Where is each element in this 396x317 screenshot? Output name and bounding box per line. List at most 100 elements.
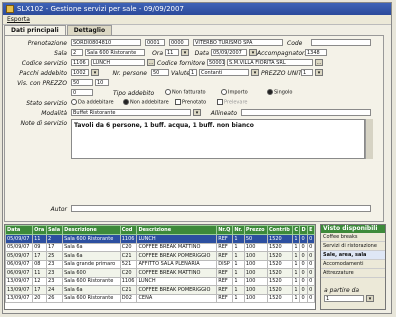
ora-field[interactable]: 11 xyxy=(165,49,179,56)
table-row[interactable]: 05/09/07 09 17 Sala 6a C20 COFFEE BREAK MATTI… xyxy=(5,242,315,252)
table-cell: 1520 xyxy=(267,276,294,286)
table-cell: REF xyxy=(216,276,234,286)
grid-column-header[interactable]: Descrizione xyxy=(136,225,218,235)
note-scrollbar[interactable] xyxy=(365,119,373,159)
grid-column-header[interactable]: Contrib xyxy=(267,225,294,235)
side-field-dropdown-button[interactable]: ▾ xyxy=(366,295,374,302)
prenotato-label: Prenotato xyxy=(182,99,207,106)
grid-column-header[interactable]: Ora xyxy=(32,225,48,235)
side-panel-item[interactable]: Accomodamenti xyxy=(321,260,385,269)
iva-field[interactable]: 0 xyxy=(71,89,93,96)
sala-name-field[interactable]: Sala 600 Ristorante xyxy=(85,49,145,56)
table-row[interactable]: 06/09/07 11 23 Sala 600 C20 COFFEE BREAK MATT… xyxy=(5,268,315,278)
check-prenotato[interactable]: Prenotato xyxy=(175,99,206,106)
prenotazione-code-field[interactable]: SORDI0804810 xyxy=(71,39,141,46)
table-row[interactable]: 05/09/07 11 2 Sala 600 Ristorante 1106 LUNCH R… xyxy=(5,234,315,244)
codice-fornitore-field[interactable]: 50001 xyxy=(207,59,225,66)
sala-number-field[interactable]: 2 xyxy=(71,49,83,56)
fornitore-lookup-button[interactable]: … xyxy=(315,59,323,66)
table-cell: REF xyxy=(216,242,234,252)
autor-field[interactable] xyxy=(71,205,371,212)
prezzo-field[interactable]: 50 xyxy=(71,79,93,86)
table-cell: 1 xyxy=(232,268,245,278)
grid-column-header[interactable]: D xyxy=(299,225,309,235)
grid-column-header[interactable]: C xyxy=(292,225,301,235)
codice-servizio-field[interactable]: 1106 xyxy=(71,59,89,66)
allineato-label: Allineato xyxy=(210,110,237,117)
title-bar: SLX102 - Gestione servizi per sale - 09/… xyxy=(3,3,391,15)
code-field[interactable] xyxy=(311,39,371,46)
table-row[interactable]: 13/09/07 12 23 Sala 600 Ristorante 1106 LUNCH… xyxy=(5,276,315,286)
modalita-field[interactable]: Buffet Ristorante xyxy=(71,109,191,116)
side-panel-item[interactable]: Sale, area, sala xyxy=(321,251,385,260)
table-row[interactable]: 13/09/07 20 26 Sala 600 Ristorante D02 CENA RE… xyxy=(5,293,315,303)
accompagnatori-field[interactable]: 1348 xyxy=(305,49,327,56)
pagamento-field[interactable]: Contanti xyxy=(199,69,249,76)
pagamento-dropdown-button[interactable]: ▾ xyxy=(251,69,259,76)
cliente-field[interactable]: VITERBO TURISMO SPA xyxy=(193,39,283,46)
table-cell: 100 xyxy=(243,285,269,295)
table-cell: 1520 xyxy=(267,259,294,269)
radio-singolo[interactable]: Singolo xyxy=(267,89,292,96)
prenotazione-sub2-field[interactable]: 0000 xyxy=(169,39,189,46)
check-prelevare[interactable]: Prelevare xyxy=(217,99,247,106)
ora-dropdown-button[interactable]: ▾ xyxy=(181,49,189,56)
table-cell: C21 xyxy=(119,251,138,261)
menu-esporta[interactable]: Esporta xyxy=(7,16,30,23)
nr-persone-label: Nr. persone xyxy=(112,70,147,77)
table-cell: 1 xyxy=(292,276,301,286)
grid-column-header[interactable]: Data xyxy=(5,225,34,235)
prezzo-unit-field[interactable]: 1 xyxy=(301,69,313,76)
prezzo-unit-label: PREZZO UNIT xyxy=(261,70,302,77)
table-cell: 100 xyxy=(243,293,269,303)
allineato-field[interactable] xyxy=(241,109,371,116)
note-textarea[interactable]: Tavoli da 6 persone, 1 buff. acqua, 1 bu… xyxy=(71,119,365,159)
table-cell: 2 xyxy=(46,234,64,244)
side-panel-item[interactable]: Attrezzature xyxy=(321,269,385,278)
grid-column-header[interactable]: Nr. xyxy=(232,225,245,235)
pacchi-dropdown-button[interactable]: ▾ xyxy=(91,69,99,76)
radio-non-fatturato[interactable]: Non fatturato xyxy=(165,89,206,96)
table-cell: 06/09/07 xyxy=(5,259,34,269)
modalita-dropdown-button[interactable]: ▾ xyxy=(193,109,201,116)
prezzo-extra-field[interactable]: 10 xyxy=(95,79,109,86)
code-label: Code xyxy=(287,40,303,47)
side-panel-item[interactable]: Servizi di ristorazione xyxy=(321,242,385,251)
table-cell: Sala 6a xyxy=(62,242,121,252)
valute-field[interactable]: 1 xyxy=(189,69,197,76)
radio-da-addebitare-dot xyxy=(71,99,77,105)
accompagnatori-label: Accompagnatori xyxy=(257,50,307,57)
radio-non-addebitare-label: Non addebitare xyxy=(130,99,169,106)
calendar-button[interactable]: ▾ xyxy=(249,49,257,56)
tab-dati-principali[interactable]: Dati principali xyxy=(4,25,66,35)
table-row[interactable]: 13/09/07 17 24 Sala 6a C21 COFFEE BREAK POMER… xyxy=(5,285,315,295)
radio-importo[interactable]: Importo xyxy=(221,89,248,96)
prenotazione-sub1-field[interactable]: 0001 xyxy=(145,39,165,46)
servizio-desc-field[interactable]: LUNCH xyxy=(91,59,145,66)
radio-da-addebitare[interactable]: Da addebitare xyxy=(71,99,114,106)
table-cell: 1 xyxy=(292,251,301,261)
grid-column-header[interactable]: Prezzo xyxy=(243,225,269,235)
window-title: SLX102 - Gestione servizi per sale - 09/… xyxy=(17,5,184,13)
radio-non-addebitare[interactable]: Non addebitare xyxy=(123,99,169,106)
prezzo-unit-dropdown-button[interactable]: ▾ xyxy=(315,69,323,76)
grid-column-header[interactable]: Nr.Q xyxy=(216,225,234,235)
pacchi-addebito-field[interactable]: 1002 xyxy=(71,69,89,76)
servizio-lookup-button[interactable]: … xyxy=(147,59,155,66)
fornitore-name-field[interactable]: S.M.VILLA FIORITA SRL xyxy=(227,59,313,66)
table-row[interactable]: 05/09/07 17 25 Sala 6a C21 COFFEE BREAK POMER… xyxy=(5,251,315,261)
tab-dettaglio[interactable]: Dettaglio xyxy=(66,25,113,35)
grid-column-header[interactable]: E xyxy=(307,225,315,235)
table-row[interactable]: 06/09/07 08 23 Sala grande primaro 521 AFFITT… xyxy=(5,259,315,269)
table-cell: 17 xyxy=(32,251,48,261)
grid-column-header[interactable]: Cod xyxy=(119,225,138,235)
side-panel-item[interactable]: Coffee breaks xyxy=(321,233,385,242)
table-cell: 0 xyxy=(307,285,315,295)
table-cell: 25 xyxy=(46,251,64,261)
nr-persone-field[interactable]: 50 xyxy=(151,69,169,76)
grid-column-header[interactable]: Descrizione xyxy=(62,225,121,235)
table-cell: 08 xyxy=(32,259,48,269)
grid-column-header[interactable]: Sala xyxy=(46,225,64,235)
side-field[interactable]: 1 xyxy=(324,295,364,302)
data-field[interactable]: 05/09/2007 xyxy=(211,49,247,56)
